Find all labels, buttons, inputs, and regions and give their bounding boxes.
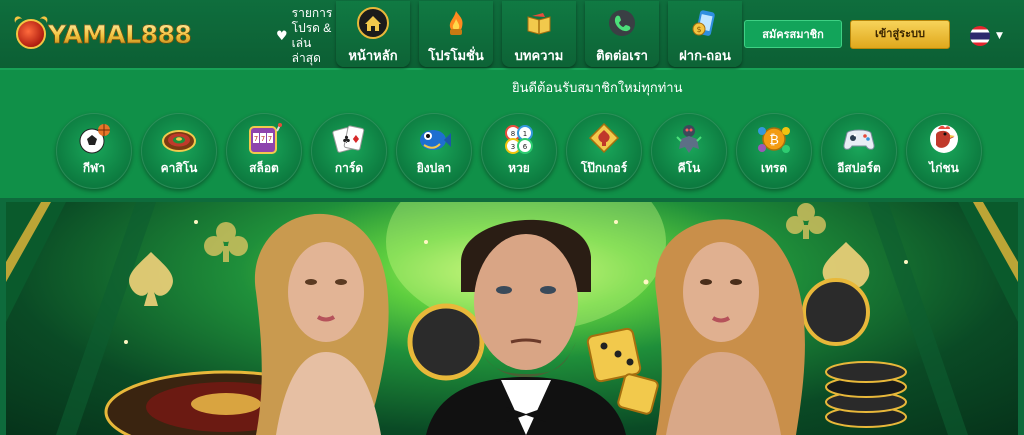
lottery-balls-icon: 8136 — [501, 121, 537, 157]
rooster-icon — [926, 121, 962, 157]
announcement-text: ยินดีต้อนรับสมาชิกใหม่ทุกท่าน — [512, 80, 683, 95]
category-fishing-label: ยิงปลา — [416, 161, 452, 175]
playing-cards-icon: ♣ ♦ — [331, 121, 367, 157]
nav-deposit-withdraw[interactable]: $ ฝาก-ถอน — [668, 1, 742, 67]
nav-articles-label: บทความ — [514, 48, 564, 63]
category-lottery[interactable]: 8136 หวย — [481, 113, 557, 189]
category-keno[interactable]: คีโน — [651, 113, 727, 189]
hero-banner[interactable] — [6, 202, 1018, 435]
nav-articles[interactable]: บทความ — [502, 1, 576, 67]
svg-text:♦: ♦ — [351, 133, 361, 146]
sports-ball-icon — [76, 121, 112, 157]
favorites-recent-link[interactable]: ♥ รายการโปรด & เล่นล่าสุด — [276, 6, 338, 66]
nav-promotion[interactable]: โปรโมชั่น — [419, 1, 493, 67]
category-slot-label: สล็อต — [249, 161, 279, 175]
home-icon — [357, 7, 389, 39]
keno-icon — [671, 121, 707, 157]
category-fishing[interactable]: ยิงปลา — [396, 113, 472, 189]
register-button[interactable]: สมัครสมาชิก — [744, 20, 842, 48]
svg-text:₿: ₿ — [769, 133, 779, 148]
category-casino-label: คาสิโน — [160, 161, 198, 175]
svg-text:3: 3 — [511, 143, 515, 151]
nav-home[interactable]: หน้าหลัก — [336, 1, 410, 67]
site-header: YAMAL888 ♥ รายการโปรด & เล่นล่าสุด หน้าห… — [0, 0, 1024, 70]
heart-icon: ♥ — [276, 28, 288, 44]
category-cockfight-label: ไก่ชน — [929, 161, 959, 175]
site-logo[interactable]: YAMAL888 — [16, 16, 193, 52]
category-poker-label: โป๊กเกอร์ — [580, 161, 628, 175]
category-cockfight[interactable]: ไก่ชน — [906, 113, 982, 189]
fish-icon — [416, 121, 452, 157]
category-slot[interactable]: 777 สล็อต — [226, 113, 302, 189]
nav-deposit-withdraw-label: ฝาก-ถอน — [679, 48, 731, 63]
category-esports-label: อีสปอร์ต — [837, 161, 881, 175]
category-keno-label: คีโน — [677, 161, 701, 175]
chevron-down-icon: ▼ — [996, 31, 1003, 41]
bull-logo-icon — [16, 19, 46, 49]
category-poker[interactable]: โป๊กเกอร์ — [566, 113, 642, 189]
category-card[interactable]: ♣ ♦ การ์ด — [311, 113, 387, 189]
nav-home-label: หน้าหลัก — [348, 48, 398, 63]
article-icon — [523, 7, 555, 39]
svg-text:7: 7 — [261, 135, 265, 143]
svg-text:1: 1 — [523, 130, 527, 138]
thai-flag-icon — [970, 26, 990, 46]
category-sports[interactable]: กีฬา — [56, 113, 132, 189]
logo-text: YAMAL888 — [48, 19, 193, 49]
svg-text:♣: ♣ — [342, 135, 351, 146]
category-trade[interactable]: ₿ เทรด — [736, 113, 812, 189]
category-trade-label: เทรด — [760, 161, 788, 175]
svg-text:6: 6 — [523, 143, 528, 151]
roulette-icon — [161, 121, 197, 157]
gamepad-icon — [841, 121, 877, 157]
nav-contact-label: ติดต่อเรา — [596, 48, 648, 63]
svg-text:7: 7 — [268, 135, 272, 143]
nav-contact[interactable]: ติดต่อเรา — [585, 1, 659, 67]
category-esports[interactable]: อีสปอร์ต — [821, 113, 897, 189]
contact-icon — [606, 7, 638, 39]
announcement-marquee: ยินดีต้อนรับสมาชิกใหม่ทุกท่าน — [0, 70, 1024, 102]
game-categories: กีฬา คาสิโน 777 สล็อต ♣ ♦ การ์ด ยิงปลา 81… — [0, 102, 1024, 198]
gift-icon — [440, 7, 472, 39]
slot-machine-icon: 777 — [246, 121, 282, 157]
category-casino[interactable]: คาสิโน — [141, 113, 217, 189]
category-lottery-label: หวย — [508, 161, 530, 175]
svg-text:$: $ — [696, 25, 701, 34]
language-selector[interactable]: ▼ — [970, 26, 1003, 46]
banner-art — [6, 202, 1018, 435]
nav-promotion-label: โปรโมชั่น — [428, 48, 484, 63]
crypto-trade-icon: ₿ — [756, 121, 792, 157]
category-card-label: การ์ด — [334, 161, 364, 175]
wallet-icon: $ — [689, 7, 721, 39]
login-button[interactable]: เข้าสู่ระบบ — [850, 20, 950, 49]
favorites-recent-label: รายการโปรด & เล่นล่าสุด — [291, 6, 333, 65]
svg-text:7: 7 — [254, 135, 258, 143]
category-sports-label: กีฬา — [82, 161, 106, 175]
poker-icon — [586, 121, 622, 157]
svg-text:8: 8 — [511, 130, 515, 138]
